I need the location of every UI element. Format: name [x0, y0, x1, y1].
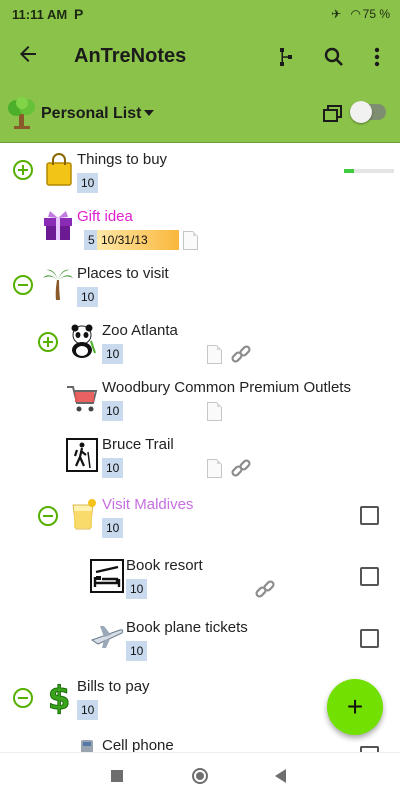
add-item-button[interactable]: + — [327, 679, 383, 735]
list-toolbar: Personal List — [0, 86, 400, 143]
progress-fill — [344, 169, 354, 173]
more-options-icon[interactable] — [363, 43, 391, 71]
page-title: AnTreNotes — [74, 45, 187, 67]
count-badge: 10 — [77, 287, 99, 307]
app-notification-icon: P — [74, 6, 84, 22]
task-checkbox[interactable] — [360, 567, 379, 586]
list-item-title[interactable]: Book resort — [126, 557, 203, 574]
list-item-title[interactable]: Bruce Trail — [102, 436, 174, 453]
dollar-icon: $ — [46, 679, 72, 720]
note-icon[interactable] — [183, 231, 198, 250]
due-date-badge: 10/31/13 — [97, 230, 179, 250]
system-nav-bar — [0, 752, 400, 801]
note-icon[interactable] — [207, 459, 222, 478]
count-badge: 10 — [102, 458, 124, 478]
app-bar: AnTreNotes — [0, 30, 400, 86]
list-item-title[interactable]: Places to visit — [77, 265, 169, 282]
list-item-title[interactable]: Book plane tickets — [126, 619, 248, 636]
home-icon[interactable] — [192, 768, 208, 784]
list-item-title[interactable]: Bills to pay — [77, 678, 150, 695]
collapse-icon[interactable] — [13, 275, 33, 295]
list-item-title[interactable]: Gift idea — [77, 208, 133, 225]
list-item-title[interactable]: Visit Maldives — [102, 496, 193, 513]
svg-text:$: $ — [48, 679, 70, 715]
expand-icon[interactable] — [38, 332, 58, 352]
list-item-title[interactable]: Zoo Atlanta — [102, 322, 178, 339]
back-arrow-icon[interactable] — [14, 42, 42, 72]
count-badge: 10 — [77, 700, 99, 720]
list-selector[interactable]: Personal List — [41, 105, 141, 123]
status-bar: 11:11 AM P ✈ ◠ 75 % — [0, 0, 400, 30]
count-badge: 10 — [102, 344, 124, 364]
note-icon[interactable] — [207, 345, 222, 364]
count-badge: 10 — [126, 579, 148, 599]
panda-icon — [67, 323, 97, 364]
shopping-bag-icon — [44, 153, 74, 192]
hiking-icon — [66, 438, 98, 477]
collapse-icon[interactable] — [38, 506, 58, 526]
hotel-bed-icon — [90, 559, 124, 598]
toggle-knob — [350, 101, 372, 123]
count-badge: 10 — [77, 173, 99, 193]
progress-bar — [344, 169, 394, 173]
list-item-title[interactable]: Things to buy — [77, 151, 167, 168]
back-nav-icon[interactable] — [275, 769, 286, 783]
collapse-icon[interactable] — [13, 688, 33, 708]
expand-icon[interactable] — [13, 160, 33, 180]
copy-windows-icon[interactable] — [322, 104, 344, 129]
search-icon[interactable] — [320, 43, 348, 71]
chevron-down-icon[interactable] — [144, 110, 154, 116]
battery-level: 75 % — [362, 7, 390, 21]
status-time: 11:11 AM — [12, 7, 68, 22]
list-item-title[interactable]: Woodbury Common Premium Outlets — [102, 379, 351, 396]
count-badge: 10 — [126, 641, 148, 661]
count-badge: 10 — [102, 518, 124, 538]
tree-view-icon[interactable] — [273, 43, 301, 71]
link-icon[interactable] — [230, 343, 252, 370]
link-icon[interactable] — [254, 578, 276, 605]
task-checkbox[interactable] — [360, 629, 379, 648]
drink-glass-icon — [68, 497, 98, 536]
task-checkbox[interactable] — [360, 506, 379, 525]
tree-logo-icon — [6, 96, 38, 135]
palm-tree-icon — [42, 266, 74, 307]
gift-icon — [42, 208, 74, 247]
shopping-cart-icon — [65, 381, 99, 420]
airplane-wifi-icons: ✈ ◠ — [331, 7, 364, 21]
recents-icon[interactable] — [111, 770, 123, 782]
view-toggle-switch[interactable] — [350, 101, 386, 123]
count-badge: 10 — [102, 401, 124, 421]
airplane-icon — [90, 622, 124, 655]
link-icon[interactable] — [230, 457, 252, 484]
note-icon[interactable] — [207, 402, 222, 421]
